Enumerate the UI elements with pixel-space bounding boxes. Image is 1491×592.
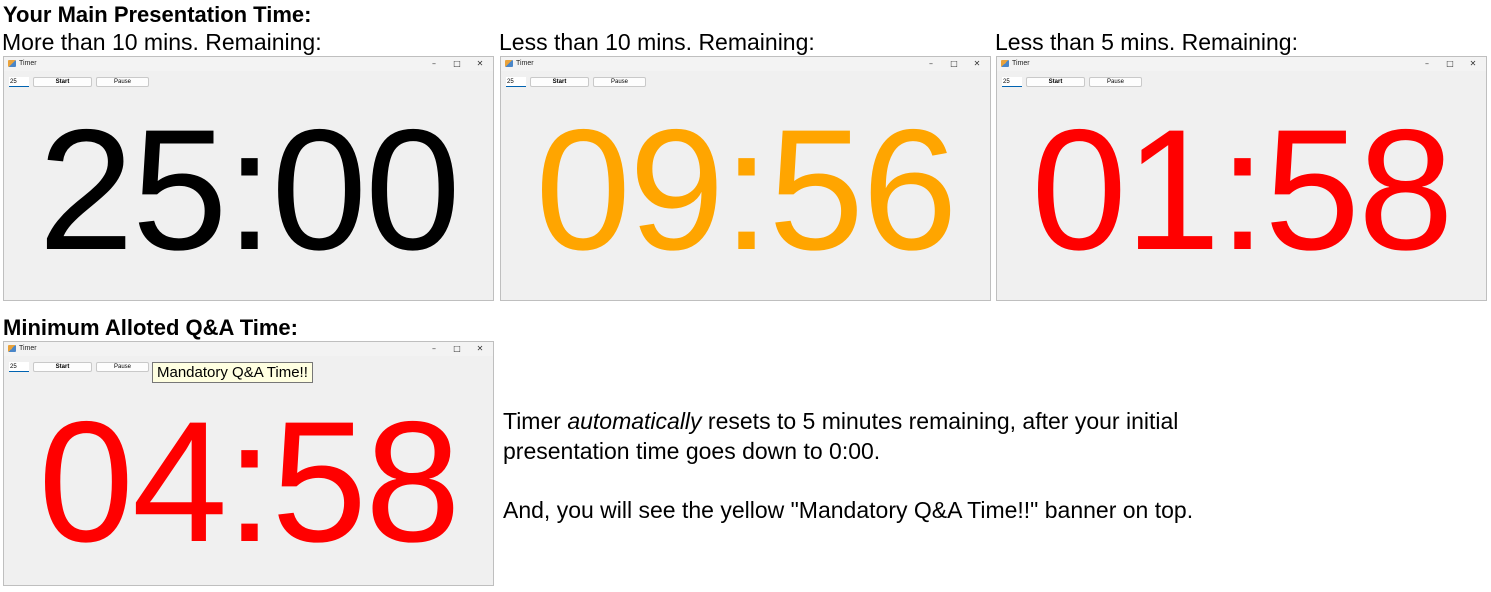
description-line-2: presentation time goes down to 0:00. (503, 438, 881, 464)
pause-button[interactable]: Pause (1089, 77, 1142, 87)
qa-time-heading: Minimum Alloted Q&A Time: (3, 315, 298, 340)
countdown-display: 04:58 (38, 386, 460, 578)
toolbar: 25 Start Pause (501, 76, 990, 90)
start-button[interactable]: Start (33, 362, 92, 372)
timer-window-more-than-10: Timer – □ ✕ 25 Start Pause 25:00 (3, 56, 494, 301)
description-line-1: Timer automatically resets to 5 minutes … (503, 408, 1178, 434)
pause-button[interactable]: Pause (593, 77, 646, 87)
description-line-1-end: resets to 5 minutes remaining, after you… (701, 408, 1179, 434)
maximize-icon[interactable]: □ (1439, 57, 1461, 71)
start-button[interactable]: Start (530, 77, 589, 87)
minimize-icon[interactable]: – (920, 57, 942, 71)
maximize-icon[interactable]: □ (446, 57, 468, 71)
timer-window-qa: Timer – □ ✕ 25 Start Pause Mandatory Q&A… (3, 341, 494, 586)
qa-banner: Mandatory Q&A Time!! (152, 362, 313, 383)
maximize-icon[interactable]: □ (446, 342, 468, 356)
maximize-icon[interactable]: □ (943, 57, 965, 71)
close-icon[interactable]: ✕ (966, 57, 988, 71)
minutes-input[interactable]: 25 (9, 362, 29, 372)
pause-button[interactable]: Pause (96, 362, 149, 372)
close-icon[interactable]: ✕ (469, 342, 491, 356)
window-title: Timer (1012, 60, 1030, 67)
less-than-5-caption: Less than 5 mins. Remaining: (995, 29, 1298, 55)
more-than-10-caption: More than 10 mins. Remaining: (2, 29, 322, 55)
window-title: Timer (19, 60, 37, 67)
title-bar: Timer – □ ✕ (4, 57, 493, 71)
toolbar: 25 Start Pause (997, 76, 1486, 90)
window-title: Timer (19, 345, 37, 352)
countdown-display: 25:00 (38, 94, 460, 286)
close-icon[interactable]: ✕ (469, 57, 491, 71)
pause-button[interactable]: Pause (96, 77, 149, 87)
minimize-icon[interactable]: – (423, 342, 445, 356)
timer-window-less-than-5: Timer – □ ✕ 25 Start Pause 01:58 (996, 56, 1487, 301)
emphasis-automatically: automatically (567, 408, 702, 434)
app-icon (8, 60, 16, 67)
minutes-input[interactable]: 25 (9, 77, 29, 87)
app-icon (8, 345, 16, 352)
title-bar: Timer – □ ✕ (997, 57, 1486, 71)
title-bar: Timer – □ ✕ (501, 57, 990, 71)
minutes-input[interactable]: 25 (1002, 77, 1022, 87)
minutes-input[interactable]: 25 (506, 77, 526, 87)
main-time-heading: Your Main Presentation Time: (3, 2, 312, 27)
app-icon (1001, 60, 1009, 67)
less-than-10-caption: Less than 10 mins. Remaining: (499, 29, 815, 55)
start-button[interactable]: Start (1026, 77, 1085, 87)
timer-window-less-than-10: Timer – □ ✕ 25 Start Pause 09:56 (500, 56, 991, 301)
window-title: Timer (516, 60, 534, 67)
description-line-1-start: Timer (503, 408, 568, 434)
description-line-3: And, you will see the yellow "Mandatory … (503, 497, 1194, 523)
app-icon (505, 60, 513, 67)
toolbar: 25 Start Pause (4, 76, 493, 90)
countdown-display: 01:58 (1031, 94, 1453, 286)
title-bar: Timer – □ ✕ (4, 342, 493, 356)
start-button[interactable]: Start (33, 77, 92, 87)
countdown-display: 09:56 (535, 94, 957, 286)
minimize-icon[interactable]: – (1416, 57, 1438, 71)
close-icon[interactable]: ✕ (1462, 57, 1484, 71)
minimize-icon[interactable]: – (423, 57, 445, 71)
